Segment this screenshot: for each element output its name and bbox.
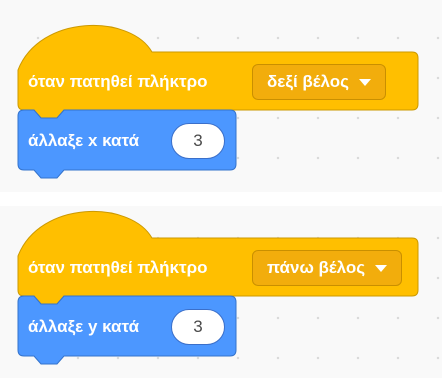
key-dropdown[interactable]: δεξί βέλος — [252, 64, 386, 100]
hat-block-label: όταν πατηθεί πλήκτρο — [28, 72, 208, 91]
hat-block-label: όταν πατηθεί πλήκτρο — [28, 258, 208, 277]
key-dropdown-value: δεξί βέλος — [267, 72, 349, 91]
motion-block-label: άλλαξε y κατά — [28, 317, 140, 336]
script-2-blocks — [17, 210, 419, 365]
script-2[interactable]: όταν πατηθεί πλήκτρο πάνω βέλος άλλαξε y… — [0, 198, 442, 376]
change-x-value-input[interactable]: 3 — [171, 123, 225, 159]
script-1[interactable]: όταν πατηθεί πλήκτρο δεξί βέλος άλλαξε x… — [0, 12, 442, 190]
motion-block-label: άλλαξε x κατά — [28, 131, 140, 150]
key-dropdown-value: πάνω βέλος — [267, 258, 366, 277]
key-dropdown[interactable]: πάνω βέλος — [252, 250, 403, 286]
chevron-down-icon — [358, 78, 371, 86]
change-y-value-input[interactable]: 3 — [171, 309, 225, 345]
chevron-down-icon — [375, 264, 388, 272]
script-1-blocks — [17, 24, 419, 179]
